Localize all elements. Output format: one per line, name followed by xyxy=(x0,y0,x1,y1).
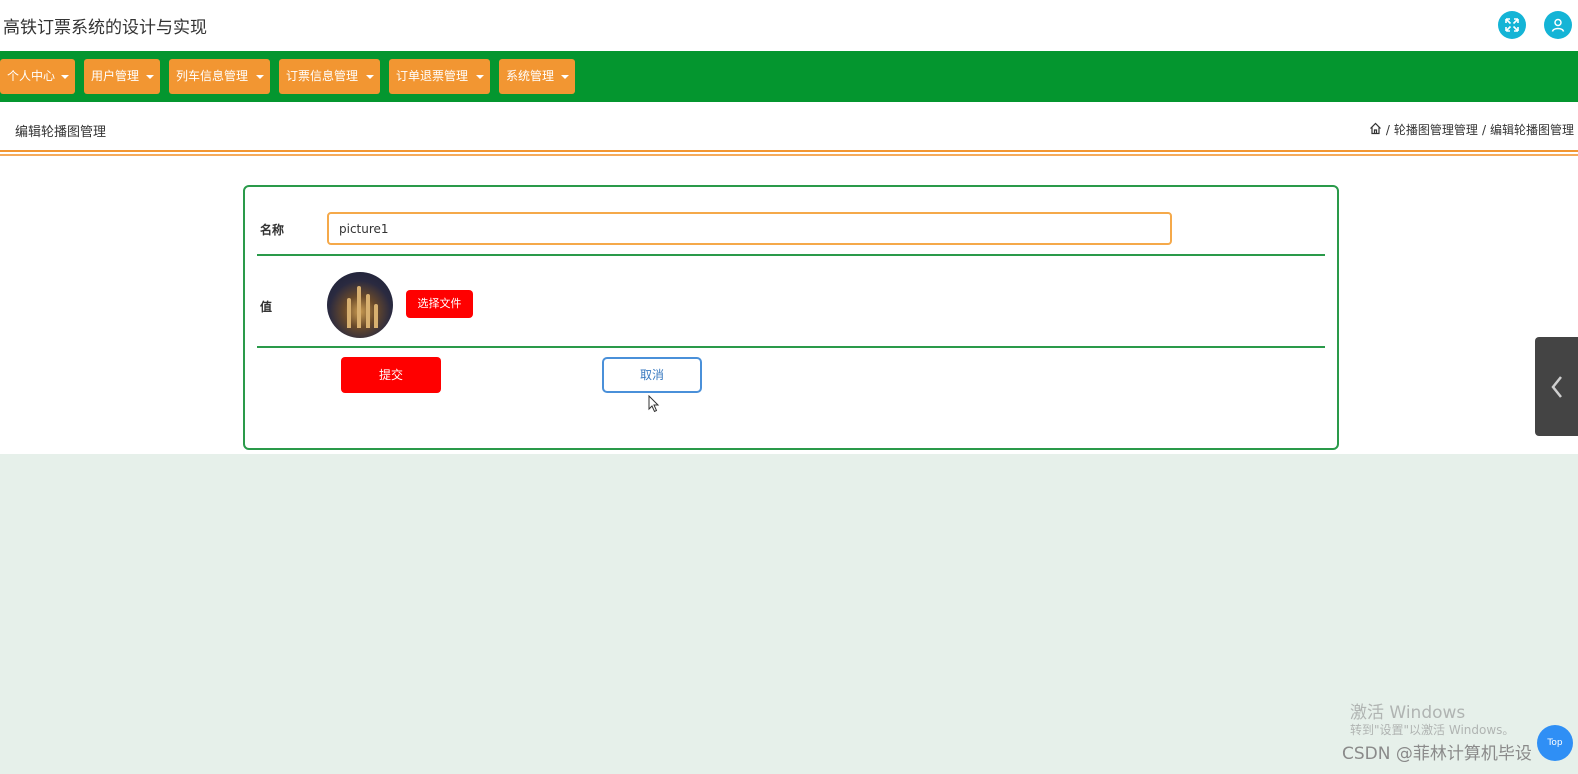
caret-down-icon xyxy=(61,75,69,79)
mouse-cursor-icon xyxy=(648,395,660,413)
header-divider xyxy=(0,154,1578,156)
app-title: 高铁订票系统的设计与实现 xyxy=(3,18,207,38)
nav-item-booking-info[interactable]: 订票信息管理 xyxy=(279,59,380,94)
image-preview xyxy=(327,272,393,338)
breadcrumb-parent[interactable]: 轮播图管理管理 xyxy=(1394,121,1478,138)
home-icon[interactable] xyxy=(1369,122,1382,138)
caret-down-icon xyxy=(366,75,374,79)
chevron-left-icon xyxy=(1550,375,1562,398)
caret-down-icon xyxy=(561,75,569,79)
nav-item-user-management[interactable]: 用户管理 xyxy=(84,59,160,94)
user-icon[interactable] xyxy=(1544,11,1572,39)
nav-item-label: 系统管理 xyxy=(506,69,555,83)
nav-item-label: 个人中心 xyxy=(7,69,56,83)
windows-activation-hint: 转到"设置"以激活 Windows。 xyxy=(1350,723,1515,737)
choose-file-button[interactable]: 选择文件 xyxy=(406,290,473,318)
nav-item-system-management[interactable]: 系统管理 xyxy=(499,59,575,94)
breadcrumb-separator: / xyxy=(1481,122,1486,137)
nav-item-label: 列车信息管理 xyxy=(176,69,249,83)
back-to-top-button[interactable]: Top xyxy=(1537,725,1573,761)
name-label: 名称 xyxy=(260,223,285,237)
value-label: 值 xyxy=(260,300,273,314)
nav-item-personal-center[interactable]: 个人中心 xyxy=(0,59,75,94)
main-nav: 个人中心 用户管理 列车信息管理 订票信息管理 订单退票管理 系统管理 xyxy=(0,51,1578,102)
nav-item-refund-orders[interactable]: 订单退票管理 xyxy=(389,59,490,94)
cancel-button[interactable]: 取消 xyxy=(602,357,702,393)
csdn-watermark: CSDN @菲林计算机毕设 xyxy=(1342,744,1532,764)
page-title: 编辑轮播图管理 xyxy=(15,125,107,140)
form-row-divider xyxy=(257,346,1325,348)
form-row-divider xyxy=(257,254,1325,256)
fullscreen-icon[interactable] xyxy=(1498,11,1526,39)
windows-activation-title: 激活 Windows xyxy=(1350,703,1466,723)
name-input[interactable] xyxy=(327,212,1172,245)
caret-down-icon xyxy=(256,75,264,79)
nav-item-label: 用户管理 xyxy=(91,69,140,83)
caret-down-icon xyxy=(146,75,154,79)
nav-item-label: 订单退票管理 xyxy=(396,69,469,83)
breadcrumb-current: 编辑轮播图管理 xyxy=(1489,123,1574,137)
top-bar: 高铁订票系统的设计与实现 xyxy=(0,0,1578,51)
nav-item-train-info[interactable]: 列车信息管理 xyxy=(169,59,270,94)
submit-button[interactable]: 提交 xyxy=(341,357,441,393)
nav-item-label: 订票信息管理 xyxy=(286,69,359,83)
caret-down-icon xyxy=(476,75,484,79)
breadcrumb-separator: / xyxy=(1385,122,1390,137)
side-panel-toggle[interactable] xyxy=(1535,337,1578,436)
header-divider xyxy=(0,150,1578,152)
breadcrumb: / 轮播图管理管理 / 编辑轮播图管理 xyxy=(1369,121,1574,138)
